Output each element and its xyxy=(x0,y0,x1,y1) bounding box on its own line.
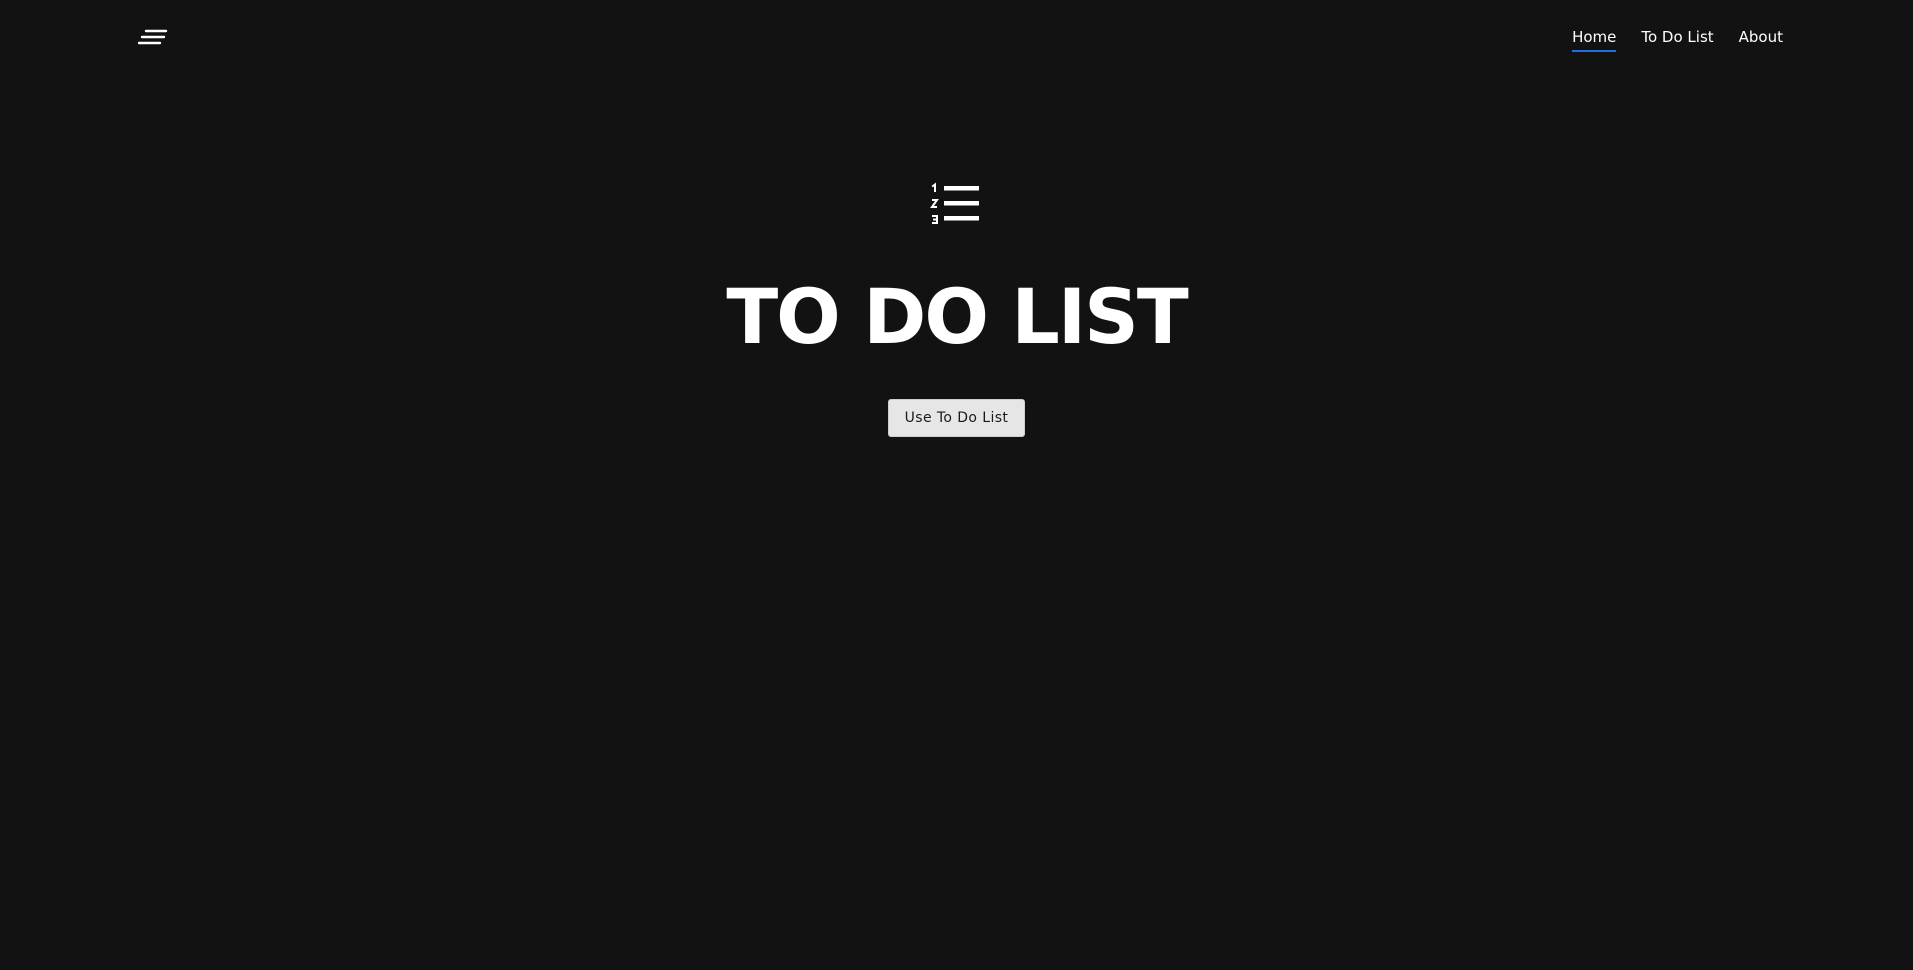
page-title: TO DO LIST xyxy=(726,272,1188,361)
main-nav: Home To Do List About xyxy=(1572,28,1783,52)
nav-link-about[interactable]: About xyxy=(1739,28,1783,52)
nav-link-home[interactable]: Home xyxy=(1572,28,1617,52)
site-header: Home To Do List About xyxy=(0,0,1913,80)
use-to-do-list-button[interactable]: Use To Do List xyxy=(887,399,1026,437)
hero-section: TO DO LIST Use To Do List xyxy=(0,180,1913,437)
page: Home To Do List About TO DO LIST Use To … xyxy=(0,0,1913,970)
nav-link-to-do-list[interactable]: To Do List xyxy=(1641,28,1713,52)
menu-lines-icon[interactable] xyxy=(138,28,168,48)
numbered-list-icon xyxy=(929,180,981,228)
